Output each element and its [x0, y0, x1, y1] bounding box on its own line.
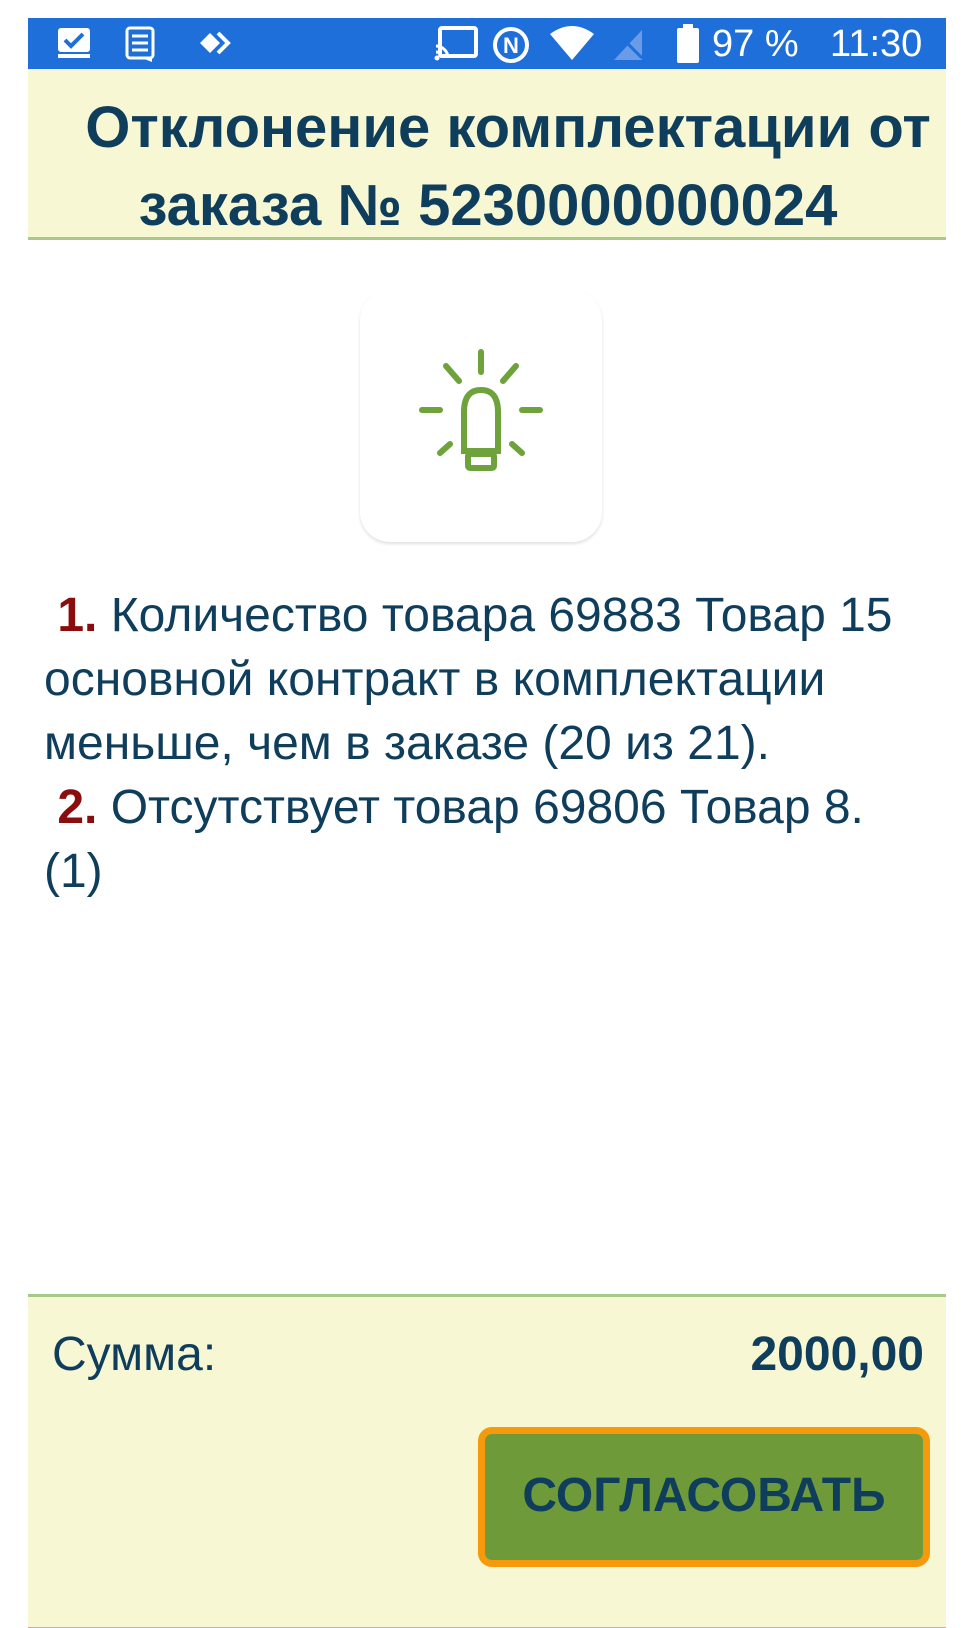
sum-value: 2000,00 [750, 1328, 924, 1381]
svg-text:N: N [503, 33, 519, 58]
no-sim-icon [610, 26, 646, 67]
list-item: 2. Отсутствует товар 69806 Товар 8. (1) [44, 776, 924, 904]
sum-label: Сумма: [52, 1328, 217, 1381]
item-text: Количество товара 69883 Товар 15 основно… [44, 589, 893, 770]
page-title-line2: заказа № 5230000000024 [138, 173, 838, 238]
cast-icon [434, 26, 480, 67]
content-area: 1. Количество товара 69883 Товар 15 осно… [28, 240, 946, 1296]
app-screen: N 97 % 11:30 Отклонение комплектации от … [28, 18, 946, 1628]
footer: Сумма: 2000,00 СОГЛАСОВАТЬ [28, 1294, 946, 1628]
checkbox-notification-icon [56, 26, 92, 65]
deviation-list: 1. Количество товара 69883 Товар 15 осно… [44, 584, 924, 904]
wifi-icon [548, 26, 596, 67]
message-notification-icon [124, 26, 158, 69]
item-number: 2. [57, 781, 98, 834]
approve-button[interactable]: СОГЛАСОВАТЬ [478, 1427, 930, 1567]
header: Отклонение комплектации от заказа № 5230… [28, 69, 946, 240]
item-number: 1. [57, 589, 98, 642]
clock: 11:30 [830, 23, 923, 65]
battery-icon [676, 24, 700, 69]
page-title-line1: Отклонение комплектации от [85, 95, 931, 160]
battery-percent: 97 % [712, 23, 799, 65]
item-text: Отсутствует товар 69806 Товар 8. (1) [44, 781, 864, 898]
list-item: 1. Количество товара 69883 Товар 15 осно… [44, 584, 924, 776]
nfc-icon: N [490, 26, 532, 69]
page-title: Отклонение комплектации от заказа № 5230… [28, 89, 946, 245]
code-notification-icon [196, 26, 236, 65]
lightbulb-icon [360, 290, 602, 542]
status-bar: N 97 % 11:30 [28, 18, 946, 69]
